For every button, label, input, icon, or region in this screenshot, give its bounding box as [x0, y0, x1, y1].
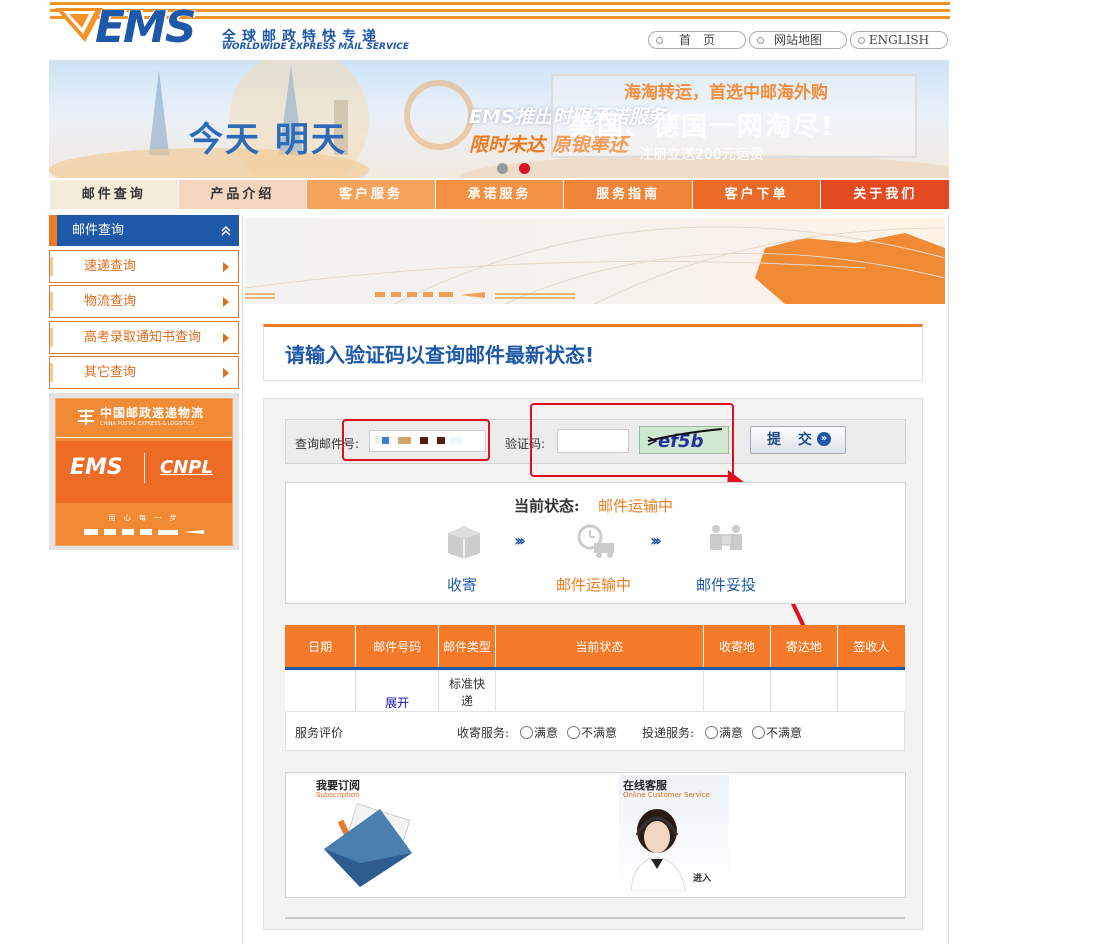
sidebar-header[interactable]: 邮件查询: [49, 215, 239, 246]
promo-en: CHINA POSTAL EXPRESS & LOGISTICS: [100, 421, 194, 427]
envelope-icon: [324, 803, 412, 887]
tracking-table: 日期 邮件号码 邮件类型 当前状态 收寄地 寄达地 签收人 展开 标准快递: [285, 625, 905, 716]
bullet-icon: [858, 37, 865, 44]
deliver-satisfied-option[interactable]: 满意: [705, 724, 743, 741]
promo-ems: EMS: [70, 455, 123, 480]
radio-icon[interactable]: [520, 726, 533, 739]
col-status: 当前状态: [495, 625, 704, 670]
table-row: 展开 标准快递: [285, 668, 905, 716]
delivery-person-icon: [710, 525, 742, 550]
collect-service-label: 收寄服务:: [457, 726, 510, 740]
query-title-box: 请输入验证码以查询邮件最新状态!: [263, 324, 923, 381]
promo-cn: 中国邮政速递物流: [100, 406, 205, 420]
english-link[interactable]: ENGLISH: [850, 31, 948, 49]
cell-dest: [770, 668, 838, 716]
cell-origin: [703, 668, 772, 716]
package-box-icon: [448, 526, 480, 559]
sidebar-item-admission-query[interactable]: 高考录取通知书查询: [49, 321, 239, 354]
transit-clock-icon: [577, 524, 614, 558]
chevron-right-icon: ›››: [514, 531, 526, 550]
nav-item-order[interactable]: 客户下单: [691, 180, 821, 209]
cell-date: [285, 668, 357, 716]
rating-label: 服务评价: [295, 726, 344, 740]
deliver-unsatisfied-option[interactable]: 不满意: [752, 724, 802, 741]
cell-status: [495, 668, 704, 716]
nav-item-commitment[interactable]: 承诺服务: [434, 180, 564, 209]
triangle-right-icon: [223, 297, 229, 307]
sidebar-item-logistics-query[interactable]: 物流查询: [49, 285, 239, 318]
nav-item-customer-service[interactable]: 客户服务: [306, 180, 435, 209]
bottom-divider: [285, 917, 905, 919]
banner-haitao: 海淘转运，首选中邮海外购: [624, 83, 828, 103]
logo-text: EMS: [95, 2, 197, 53]
annotation-box-captcha: [530, 403, 734, 477]
logo-en-text: WORLDWIDE EXPRESS MAIL SERVICE: [222, 42, 410, 52]
nav-item-about[interactable]: 关于我们: [820, 180, 950, 209]
triangle-right-icon: [223, 333, 229, 343]
cell-type: 标准快递: [438, 668, 496, 716]
nav-item-products[interactable]: 产品介绍: [177, 180, 307, 209]
step-in-transit: 邮件运输中: [556, 576, 632, 594]
step-delivered: 邮件妥投: [696, 576, 757, 594]
sidebar-item-other-query[interactable]: 其它查询: [49, 356, 239, 389]
nav-item-guide[interactable]: 服务指南: [563, 180, 692, 209]
bullet-icon: [757, 37, 764, 44]
online-en: Online Customer Service: [623, 791, 710, 799]
china-post-icon: [78, 409, 94, 425]
triangle-right-icon: [223, 368, 229, 378]
banner-haitao-big: 美国、德国一网淘尽!: [569, 112, 835, 142]
sidebar-item-express-query[interactable]: 速递查询: [49, 250, 239, 283]
carousel-dot-active[interactable]: [519, 163, 530, 174]
radio-icon[interactable]: [567, 726, 580, 739]
col-type: 邮件类型: [438, 625, 496, 670]
bullet-icon: [656, 37, 663, 44]
promo-cnpl: CNPL: [160, 457, 213, 478]
col-mail-no: 邮件号码: [355, 625, 440, 670]
double-chevron-right-icon: »: [817, 432, 831, 446]
subscribe-banner[interactable]: 我要订阅 Subscription: [310, 775, 420, 893]
bottom-promos: 我要订阅 Subscription 在线客服 Online Customer S…: [285, 772, 906, 898]
service-rating: 服务评价 收寄服务: 满意 不满意 投递服务: 满意 不满意: [285, 711, 905, 751]
transport-icons: [84, 529, 204, 535]
radio-icon[interactable]: [752, 726, 765, 739]
sidebar-promo[interactable]: 中国邮政速递物流 CHINA POSTAL EXPRESS & LOGISTIC…: [49, 393, 239, 550]
nav-item-mail-query[interactable]: 邮件查询: [49, 180, 178, 209]
submit-button[interactable]: 提 交 »: [750, 426, 846, 454]
banner-register: 注册立送200元运费: [639, 147, 764, 163]
sitemap-link[interactable]: 网站地图: [749, 31, 847, 49]
main-nav: 邮件查询 产品介绍 客户服务 承诺服务 服务指南 客户下单 关于我们: [49, 180, 950, 209]
status-label: 当前状态:: [514, 497, 580, 515]
col-origin: 收寄地: [703, 625, 772, 670]
online-service-banner[interactable]: 在线客服 Online Customer Service 进入: [619, 775, 729, 893]
home-link[interactable]: 首 页: [648, 31, 746, 49]
promo-slogan: 用 心 每 一 步: [108, 514, 180, 522]
col-dest: 寄达地: [770, 625, 838, 670]
enter-link[interactable]: 进入: [693, 871, 711, 884]
page-title: 请输入验证码以查询邮件最新状态!: [285, 343, 595, 367]
collect-unsatisfied-option[interactable]: 不满意: [567, 724, 617, 741]
cell-signer: [837, 668, 905, 716]
step-collected: 收寄: [447, 576, 478, 594]
double-chevron-up-icon: [221, 226, 231, 236]
status-panel: 当前状态: 邮件运输中 ››› ››› 收寄 邮件运输中 邮件妥投: [285, 482, 906, 604]
col-signer: 签收人: [837, 625, 905, 670]
main-banner: [245, 218, 945, 304]
deliver-service-label: 投递服务:: [642, 726, 695, 740]
world-map-illustration: [245, 226, 945, 304]
carousel-dot[interactable]: [497, 163, 508, 174]
table-header-row: 日期 邮件号码 邮件类型 当前状态 收寄地 寄达地 签收人: [285, 625, 905, 670]
banner-slogan: 今天 明天: [189, 120, 347, 160]
hero-banner[interactable]: 今天 明天 EMS推出时限承诺服务 限时未达 原银奉还 海淘转运，首选中邮海外购…: [49, 60, 949, 178]
chevron-right-icon: ›››: [650, 531, 662, 550]
expand-link[interactable]: 展开: [355, 668, 440, 716]
radio-icon[interactable]: [705, 726, 718, 739]
col-date: 日期: [285, 625, 357, 670]
annotation-box-mail-no: [342, 419, 490, 461]
status-value: 邮件运输中: [598, 497, 674, 515]
collect-satisfied-option[interactable]: 满意: [520, 724, 558, 741]
triangle-right-icon: [223, 262, 229, 272]
customer-service-agent-icon: [630, 809, 686, 891]
ems-logo[interactable]: EMS: [55, 2, 215, 53]
